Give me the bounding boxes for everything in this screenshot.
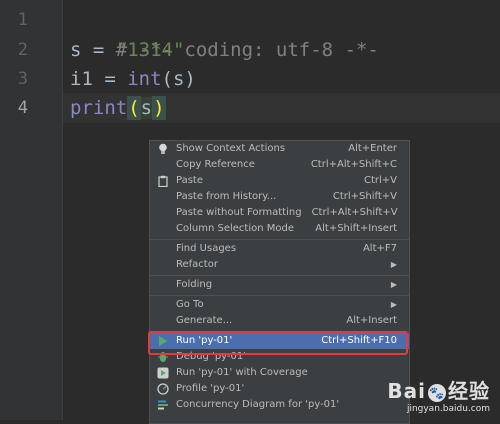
watermark-brand: Bai [387, 379, 426, 403]
identifier-token: s [70, 39, 82, 61]
menu-item-go-to[interactable]: Go To ▶ [150, 297, 409, 313]
menu-item-run-with-coverage[interactable]: Run 'py-01' with Coverage [150, 365, 409, 381]
matched-paren-open: ( [127, 96, 141, 120]
operator-token: = [81, 39, 116, 61]
menu-separator [150, 238, 409, 240]
menu-item-concurrency-diagram[interactable]: Concurrency Diagram for 'py-01' [150, 397, 409, 413]
lightbulb-icon [157, 143, 169, 155]
menu-item-shortcut: Ctrl+Alt+Shift+C [310, 159, 397, 170]
menu-item-label: Profile 'py-01' [176, 383, 245, 394]
menu-item-label: Run 'py-01' [176, 335, 233, 346]
watermark-brand-suffix: 经验 [448, 379, 490, 403]
menu-item-shortcut: Ctrl+V [363, 175, 397, 186]
menu-item-shortcut: Alt+Insert [346, 315, 397, 326]
menu-item-copy-reference[interactable]: Copy Reference Ctrl+Alt+Shift+C [150, 157, 409, 173]
editor-context-menu: Show Context Actions Alt+Enter Copy Refe… [149, 140, 410, 424]
menu-item-show-context-actions[interactable]: Show Context Actions Alt+Enter [150, 141, 409, 157]
line-number: 2 [17, 40, 28, 60]
menu-item-label: Generate... [176, 315, 233, 326]
menu-item-run[interactable]: Run 'py-01' Ctrl+Shift+F10 [150, 333, 409, 349]
clipboard-icon [157, 175, 169, 187]
menu-item-label: Go To [176, 299, 204, 310]
string-token: "1314" [115, 39, 185, 61]
menu-item-shortcut: Alt+Shift+Insert [315, 223, 397, 234]
menu-item-paste-from-history[interactable]: Paste from History... Ctrl+Shift+V [150, 189, 409, 205]
line-number: 1 [17, 10, 28, 30]
code-line-4[interactable]: print(s) [70, 93, 166, 123]
baidu-jingyan-watermark: Bai 🐾 经验 jingyan.baidu.com [387, 375, 490, 414]
line-number-current: 4 [17, 98, 28, 118]
menu-item-debug[interactable]: Debug 'py-01' [150, 349, 409, 365]
menu-item-paste-without-formatting[interactable]: Paste without Formatting Ctrl+Alt+Shift+… [150, 205, 409, 221]
run-icon [157, 335, 169, 347]
menu-item-label: Paste without Formatting [176, 207, 302, 218]
line-number: 3 [17, 69, 28, 89]
identifier-token: s [140, 97, 153, 119]
menu-item-profile[interactable]: Profile 'py-01' [150, 381, 409, 397]
menu-item-label: Show Context Actions [176, 143, 286, 154]
watermark-url: jingyan.baidu.com [406, 404, 490, 414]
concurrency-icon [157, 399, 169, 411]
submenu-arrow-icon: ▶ [390, 300, 397, 309]
menu-item-label: Find Usages [176, 243, 237, 254]
menu-item-shortcut: Alt+F7 [362, 243, 397, 254]
menu-separator [150, 294, 409, 296]
matched-paren-close: ) [152, 96, 166, 120]
coverage-icon [157, 367, 169, 379]
code-line-2[interactable]: s = "1314" [70, 35, 184, 65]
menu-item-refactor[interactable]: Refactor ▶ [150, 257, 409, 273]
menu-item-shortcut: Ctrl+Shift+F10 [321, 335, 397, 346]
debug-bug-icon [157, 351, 169, 363]
menu-item-paste[interactable]: Paste Ctrl+V [150, 173, 409, 189]
menu-separator [150, 274, 409, 276]
operator-token: = [92, 68, 128, 90]
identifier-token: i1 [70, 68, 93, 90]
args-token: (s) [161, 68, 196, 90]
menu-item-label: Folding [176, 279, 213, 290]
menu-item-generate[interactable]: Generate... Alt+Insert [150, 313, 409, 329]
code-line-3[interactable]: i1 = int(s) [70, 64, 196, 94]
menu-item-shortcut: Ctrl+Alt+Shift+V [311, 207, 398, 218]
menu-item-label: Column Selection Mode [176, 223, 294, 234]
line-number-gutter: 1 2 3 4 [0, 0, 63, 420]
menu-item-label: Debug 'py-01' [176, 351, 246, 362]
menu-item-label: Paste [176, 175, 203, 186]
menu-item-label: Concurrency Diagram for 'py-01' [176, 399, 340, 410]
profile-icon [157, 383, 169, 395]
menu-item-folding[interactable]: Folding ▶ [150, 277, 409, 293]
menu-item-shortcut: Alt+Enter [348, 143, 397, 154]
builtin-token: print [70, 97, 128, 119]
menu-item-label: Run 'py-01' with Coverage [176, 367, 308, 378]
menu-item-shortcut: Ctrl+Shift+V [332, 191, 397, 202]
menu-item-column-selection-mode[interactable]: Column Selection Mode Alt+Shift+Insert [150, 221, 409, 237]
menu-separator [150, 330, 409, 332]
menu-item-label: Refactor [176, 259, 218, 270]
menu-item-label: Copy Reference [176, 159, 255, 170]
submenu-arrow-icon: ▶ [390, 260, 397, 269]
submenu-arrow-icon: ▶ [390, 280, 397, 289]
menu-item-find-usages[interactable]: Find Usages Alt+F7 [150, 241, 409, 257]
menu-item-label: Paste from History... [176, 191, 277, 202]
paw-logo-icon: 🐾 [428, 383, 446, 402]
builtin-token: int [127, 68, 162, 90]
